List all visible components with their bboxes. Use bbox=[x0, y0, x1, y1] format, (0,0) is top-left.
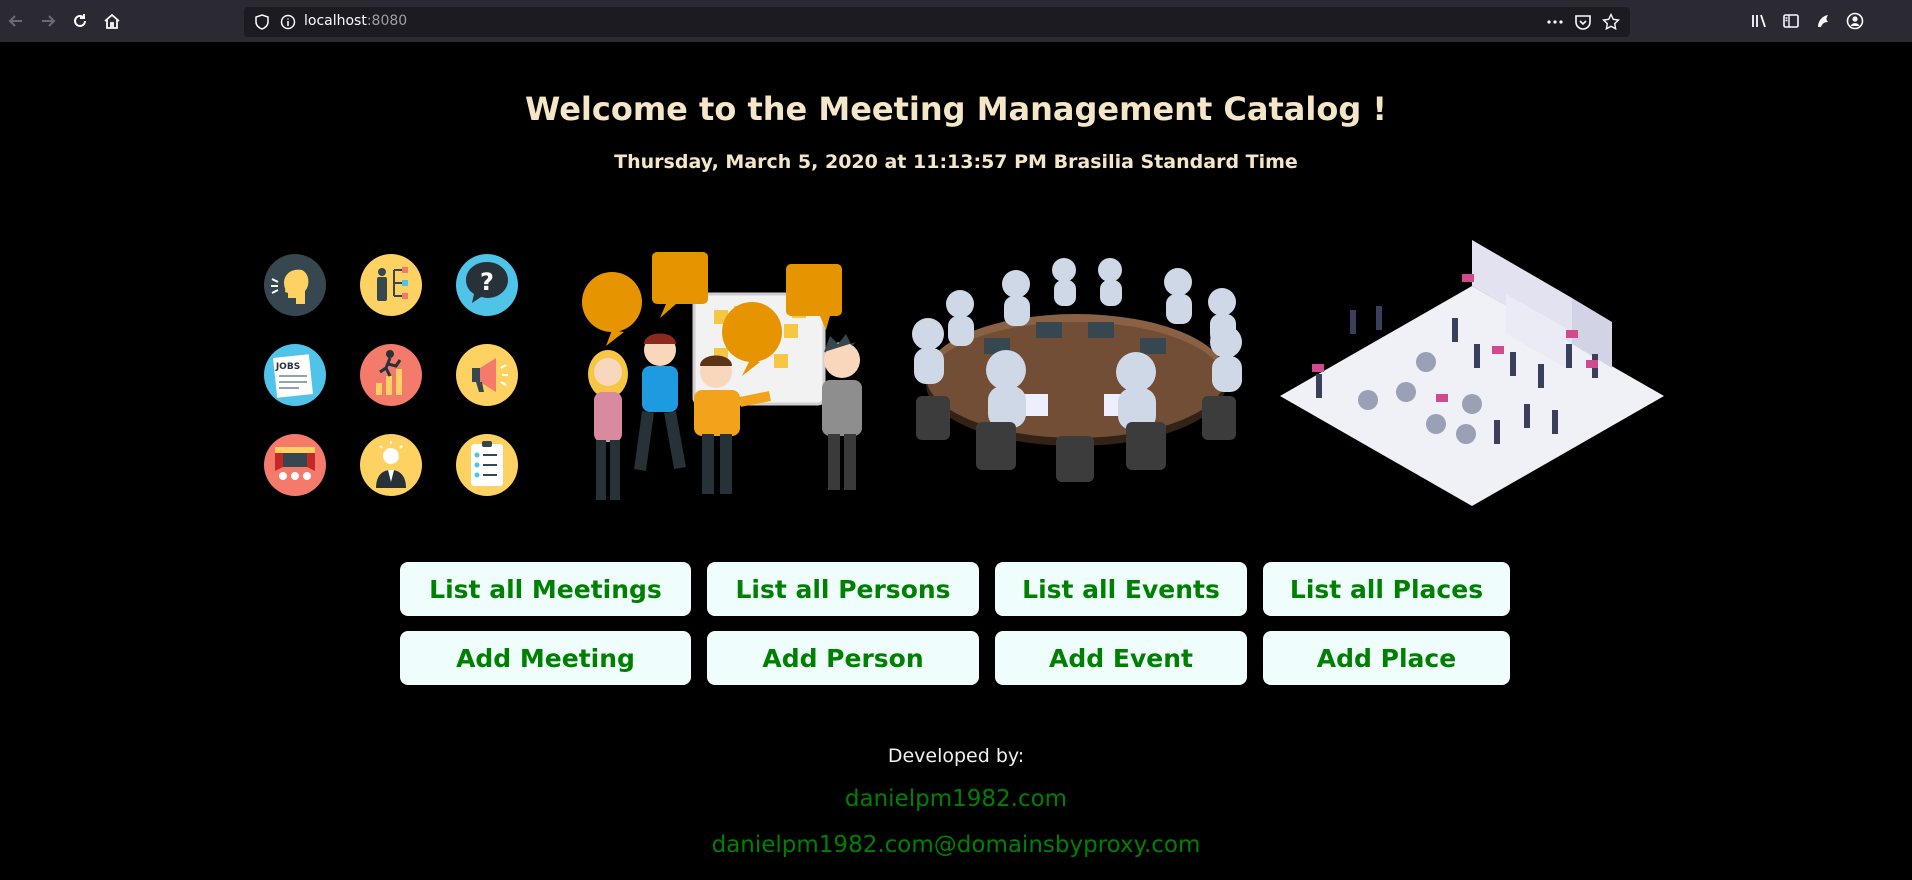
idea-person-icon bbox=[360, 434, 422, 496]
question-mark-icon: ? bbox=[456, 254, 518, 316]
info-icon[interactable] bbox=[280, 14, 296, 30]
man-blue-figure bbox=[634, 333, 686, 471]
team-brainstorm-illustration bbox=[582, 252, 862, 500]
jobs-newspaper-icon: JOBS bbox=[264, 344, 326, 406]
library-button[interactable] bbox=[1747, 9, 1771, 33]
shield-icon[interactable] bbox=[254, 14, 270, 30]
icon-grid: ? JOBS bbox=[264, 254, 518, 496]
woman-figure bbox=[588, 350, 628, 500]
list-meetings-button[interactable]: List all Meetings bbox=[400, 562, 691, 616]
list-events-button[interactable]: List all Events bbox=[995, 562, 1247, 616]
growth-chart-icon bbox=[360, 344, 422, 406]
add-place-button[interactable]: Add Place bbox=[1263, 631, 1510, 685]
add-event-button[interactable]: Add Event bbox=[995, 631, 1247, 685]
list-persons-button[interactable]: List all Persons bbox=[707, 562, 979, 616]
developer-site-link[interactable]: danielpm1982.com bbox=[0, 786, 1912, 812]
pocket-icon[interactable] bbox=[1574, 13, 1592, 31]
bookmark-star-icon[interactable] bbox=[1602, 13, 1620, 31]
exhibition-venue-illustration bbox=[1280, 240, 1664, 506]
round-table-meeting-illustration bbox=[912, 258, 1242, 482]
forward-button[interactable] bbox=[36, 9, 60, 33]
org-chart-icon bbox=[360, 254, 422, 316]
home-button[interactable] bbox=[100, 9, 124, 33]
back-arrow-icon bbox=[8, 15, 22, 27]
add-person-button[interactable]: Add Person bbox=[707, 631, 979, 685]
sidebar-button[interactable] bbox=[1779, 9, 1803, 33]
list-buttons-row: List all Meetings List all Persons List … bbox=[0, 562, 1912, 616]
back-button[interactable] bbox=[4, 9, 28, 33]
speaking-head-icon bbox=[264, 254, 326, 316]
url-bar[interactable]: localhost:8080 bbox=[244, 7, 1630, 37]
megaphone-icon bbox=[456, 344, 518, 406]
developer-email-link[interactable]: danielpm1982.com@domainsbyproxy.com bbox=[0, 832, 1912, 858]
jobs-text: JOBS bbox=[275, 362, 300, 372]
add-meeting-button[interactable]: Add Meeting bbox=[400, 631, 691, 685]
extension-icon bbox=[1818, 15, 1828, 27]
account-button[interactable] bbox=[1843, 9, 1867, 33]
extension-button[interactable] bbox=[1811, 9, 1835, 33]
reload-button[interactable] bbox=[68, 9, 92, 33]
man-gray-figure bbox=[822, 334, 862, 490]
url-port: :8080 bbox=[366, 13, 408, 29]
account-icon bbox=[1846, 12, 1864, 30]
checklist-icon bbox=[456, 434, 518, 496]
home-icon bbox=[104, 13, 120, 29]
add-buttons-row: Add Meeting Add Person Add Event Add Pla… bbox=[0, 631, 1912, 685]
url-host: localhost bbox=[304, 13, 367, 29]
page-title: Welcome to the Meeting Management Catalo… bbox=[525, 90, 1387, 128]
library-icon bbox=[1752, 14, 1766, 28]
forward-arrow-icon bbox=[42, 15, 56, 27]
theater-stage-icon bbox=[264, 434, 326, 496]
more-actions-icon[interactable] bbox=[1546, 13, 1564, 31]
developed-by-label: Developed by: bbox=[887, 745, 1025, 767]
sidebar-icon bbox=[1783, 14, 1799, 28]
reload-icon bbox=[74, 14, 86, 27]
current-datetime: Thursday, March 5, 2020 at 11:13:57 PM B… bbox=[614, 151, 1298, 173]
list-places-button[interactable]: List all Places bbox=[1263, 562, 1510, 616]
svg-text:?: ? bbox=[480, 268, 494, 296]
browser-toolbar: localhost:8080 bbox=[0, 0, 1912, 42]
url-text[interactable]: localhost:8080 bbox=[304, 13, 407, 29]
